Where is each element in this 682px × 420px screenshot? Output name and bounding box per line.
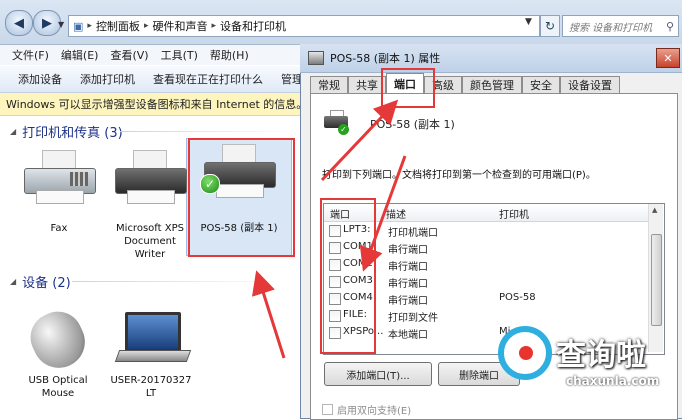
watermark-url: chaxunla.com (566, 374, 660, 388)
watermark-logo-icon (498, 326, 552, 380)
annotation-arrow (359, 155, 407, 272)
annotation-arrow (252, 270, 286, 359)
watermark-text: 查询啦 (556, 338, 646, 373)
annotation-arrow (320, 99, 399, 182)
